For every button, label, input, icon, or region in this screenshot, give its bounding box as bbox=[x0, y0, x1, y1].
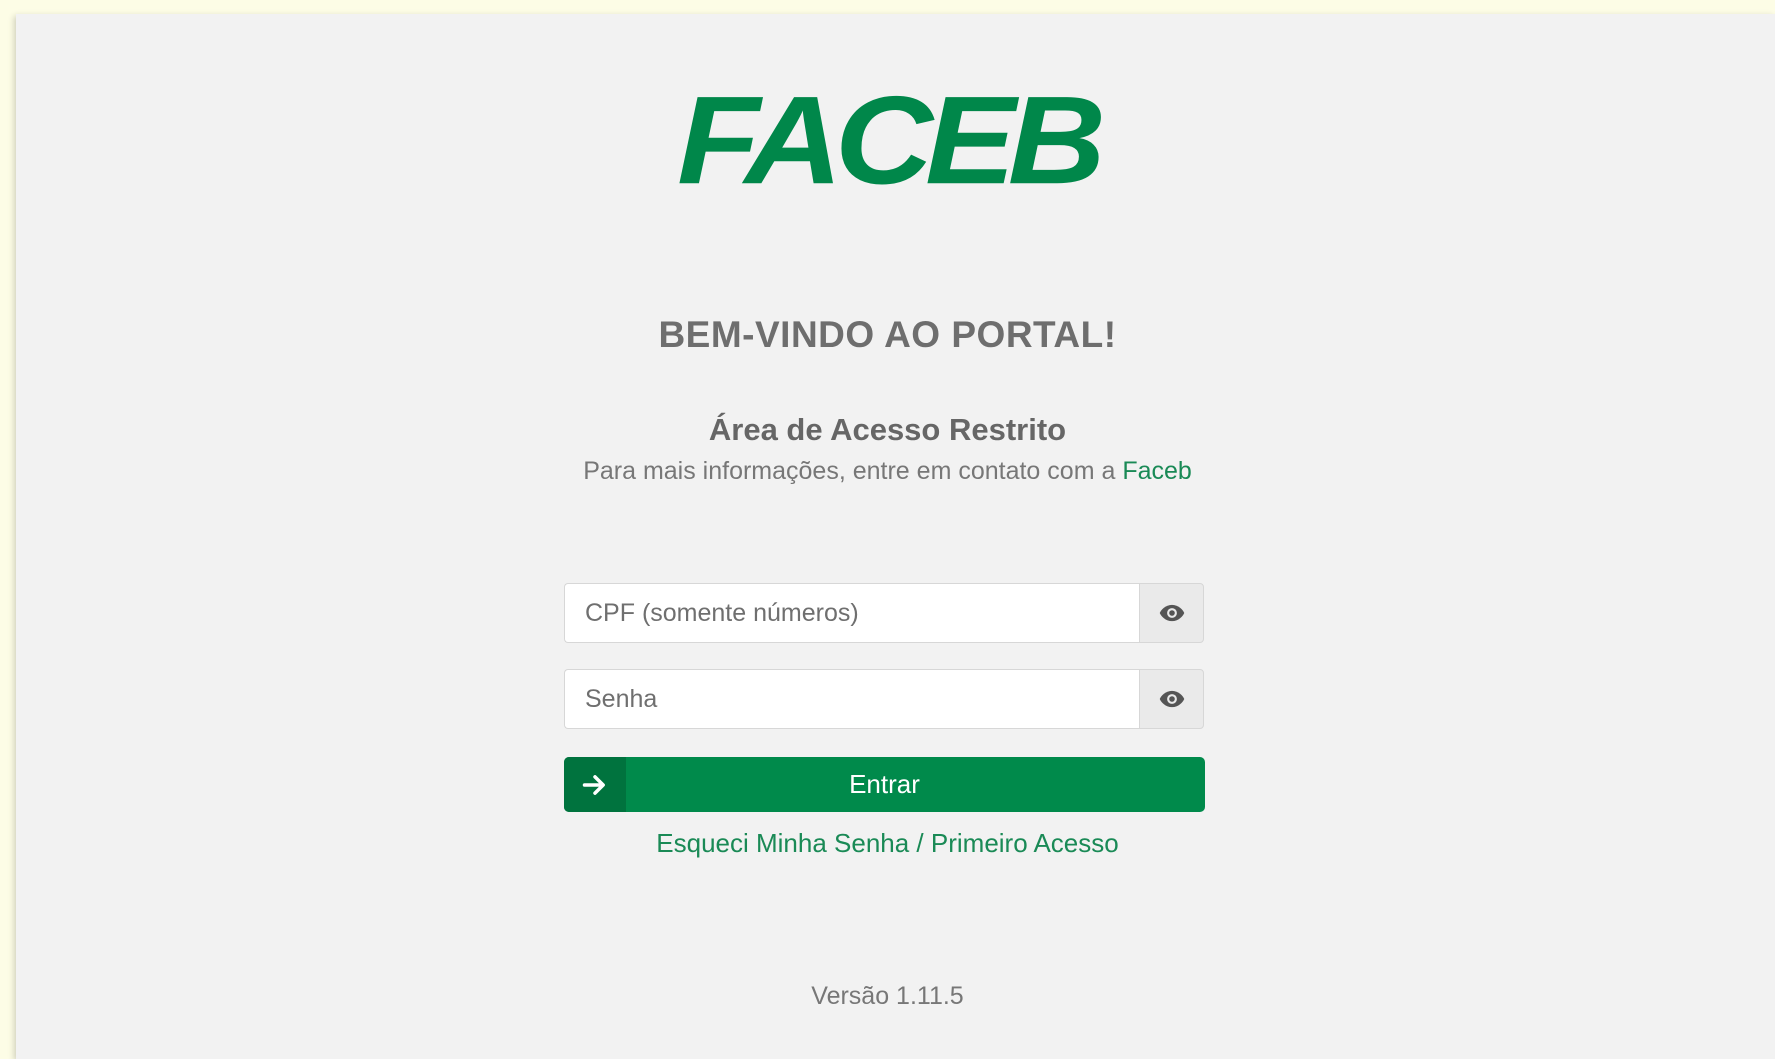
logo-wordmark: FACEB bbox=[677, 70, 1106, 210]
restricted-area-title: Área de Acesso Restrito bbox=[708, 412, 1067, 447]
eye-icon bbox=[1159, 604, 1184, 622]
forgot-password-link[interactable]: Esqueci Minha Senha / Primeiro Acesso bbox=[656, 828, 1118, 858]
arrow-right-icon bbox=[582, 774, 605, 795]
password-input[interactable] bbox=[564, 669, 1139, 729]
password-field-group bbox=[564, 669, 1204, 729]
contact-info: Para mais informações, entre em contato … bbox=[0, 457, 1775, 486]
welcome-heading: BEM-VINDO AO PORTAL! bbox=[658, 314, 1117, 355]
password-visibility-toggle[interactable] bbox=[1139, 669, 1204, 729]
contact-info-text: Para mais informações, entre em contato … bbox=[583, 457, 1123, 485]
faceb-logo: FACEB bbox=[640, 70, 1135, 210]
cpf-field-group bbox=[564, 583, 1204, 643]
version-label: Versão 1.11.5 bbox=[811, 982, 964, 1010]
cpf-input[interactable] bbox=[564, 583, 1139, 643]
faceb-contact-link[interactable]: Faceb bbox=[1122, 457, 1191, 485]
login-content: FACEB BEM-VINDO AO PORTAL! Área de Acess… bbox=[0, 0, 1775, 1059]
enter-button-icon-box bbox=[564, 757, 626, 812]
eye-icon bbox=[1159, 690, 1184, 708]
enter-button-label: Entrar bbox=[849, 769, 920, 799]
forgot-password-container: Esqueci Minha Senha / Primeiro Acesso bbox=[0, 828, 1775, 859]
cpf-visibility-toggle[interactable] bbox=[1139, 583, 1204, 643]
enter-button[interactable]: Entrar bbox=[564, 757, 1205, 812]
